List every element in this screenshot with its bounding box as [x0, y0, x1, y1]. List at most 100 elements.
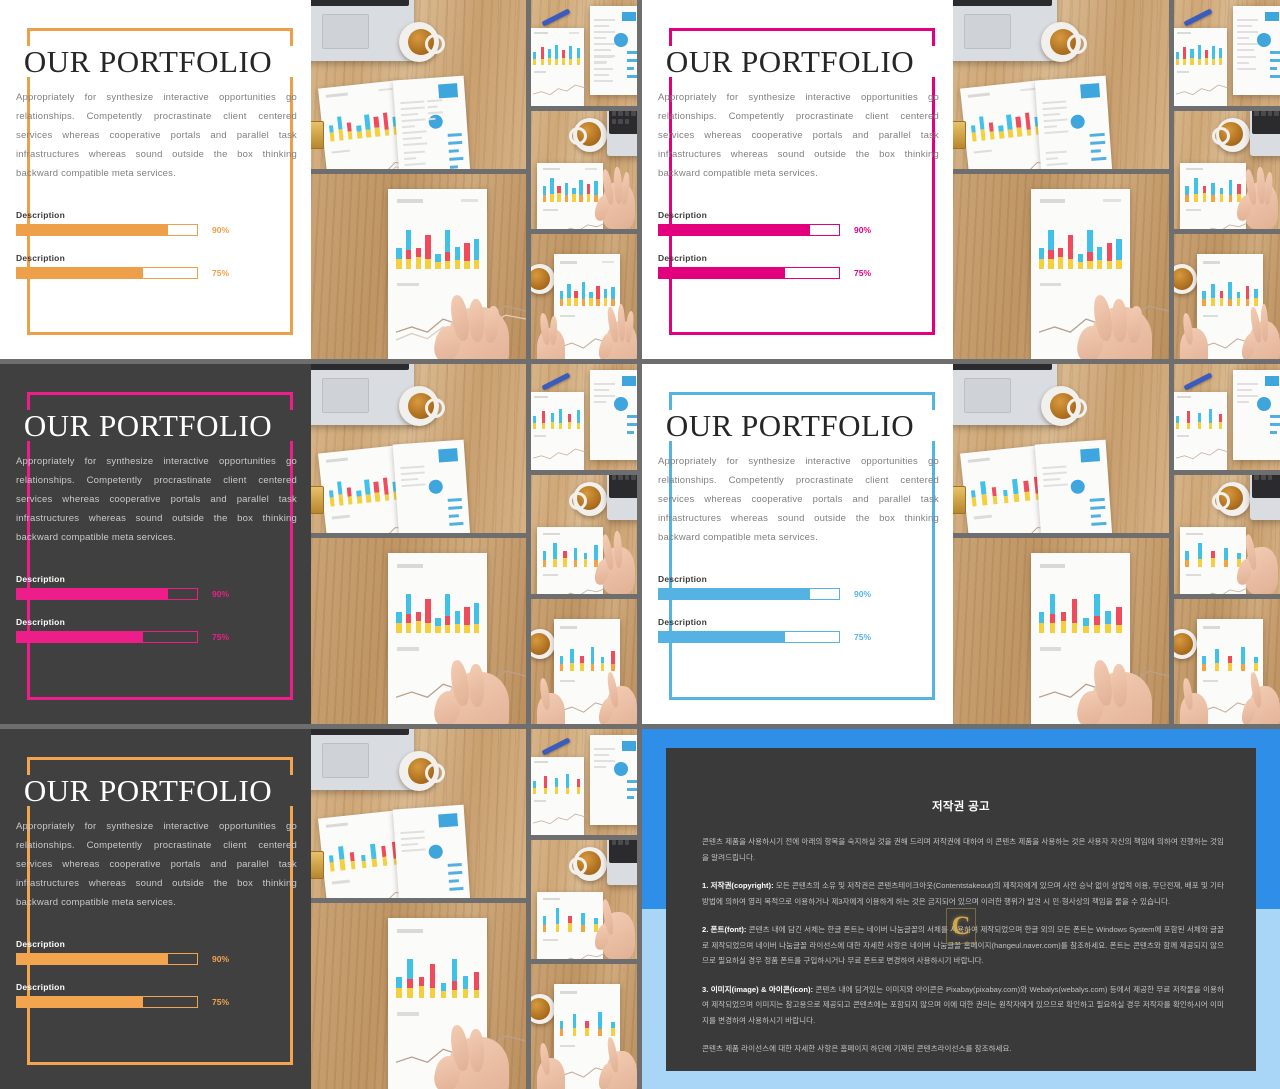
photo-hand-chart-large — [311, 903, 527, 1089]
progress-group: Description 90% Description 75% — [658, 574, 941, 660]
slide-text-pane: OUR PORTFOLIO Appropriately for synthesi… — [642, 364, 953, 724]
page-title: OUR PORTFOLIO — [642, 46, 941, 77]
progress-track[interactable] — [16, 631, 198, 643]
photo-hand-chart-large — [311, 173, 527, 359]
progress-label: Description — [658, 617, 707, 627]
photo-collage — [311, 0, 637, 359]
progress-track[interactable] — [16, 224, 198, 236]
page-title: OUR PORTFOLIO — [0, 410, 299, 441]
progress-group: Description 90% Description 75% — [16, 210, 299, 296]
progress-track[interactable] — [658, 588, 840, 600]
photo-desk-laptop — [953, 0, 1169, 169]
progress-label: Description — [16, 982, 65, 992]
slide-pink-dark[interactable]: OUR PORTFOLIO Appropriately for synthesi… — [0, 364, 637, 724]
photo-hands-pointing — [1173, 234, 1280, 359]
body-paragraph: Appropriately for synthesize interactive… — [658, 456, 939, 543]
progress-group: Description 90% Description 75% — [16, 939, 299, 1025]
photo-desk-laptop — [311, 0, 527, 169]
photo-hand-chart-large — [953, 173, 1169, 359]
progress-track[interactable] — [16, 953, 198, 965]
body-paragraph: Appropriately for synthesize interactive… — [16, 456, 297, 543]
progress-track[interactable] — [16, 996, 198, 1008]
progress-percent: 75% — [854, 632, 872, 642]
photo-pen-report — [531, 0, 637, 106]
copyright-outro: 콘텐츠 제품 라이선스에 대한 자세한 사항은 홈페이지 하단에 기재된 콘텐츠… — [702, 1044, 1012, 1053]
photo-pen-report — [531, 729, 637, 836]
copyright-section-1: 1. 저작권(copyright): 모든 콘텐츠의 소유 및 저작권은 콘텐츠… — [702, 878, 1224, 909]
photo-hand-chart-large — [953, 538, 1169, 724]
progress-percent: 75% — [212, 997, 230, 1007]
progress-item: Description 90% — [658, 210, 941, 236]
slide-blue-light[interactable]: OUR PORTFOLIO Appropriately for synthesi… — [642, 364, 1280, 724]
copyright-section-3: 3. 이미지(image) & 아이콘(icon): 콘텐츠 내에 담겨있는 이… — [702, 982, 1224, 1029]
copyright-title: 저작권 공고 — [932, 801, 990, 813]
slide-orange-dark[interactable]: OUR PORTFOLIO Appropriately for synthesi… — [0, 729, 637, 1089]
progress-label: Description — [658, 253, 707, 263]
progress-item: Description 90% — [16, 210, 299, 236]
photo-desk-laptop — [311, 729, 527, 899]
page-title: OUR PORTFOLIO — [0, 775, 299, 806]
progress-item: Description 75% — [658, 253, 941, 279]
copyright-section-1-text: 모든 콘텐츠의 소유 및 저작권은 콘텐츠테이크아웃(Contentstakeo… — [702, 881, 1224, 906]
slide-text-pane: OUR PORTFOLIO Appropriately for synthesi… — [642, 0, 953, 359]
body-paragraph: Appropriately for synthesize interactive… — [16, 92, 297, 179]
photo-desk-laptop — [953, 364, 1169, 534]
photo-hands-pointing — [531, 234, 637, 359]
photo-hand-coffee-laptop — [531, 840, 637, 959]
progress-track[interactable] — [16, 267, 198, 279]
body-paragraph: Appropriately for synthesize interactive… — [16, 821, 297, 908]
copyright-intro: 콘텐츠 제품을 사용하시기 전에 아래의 항목을 숙지하실 것을 권해 드리며 … — [702, 837, 1224, 862]
progress-item: Description 75% — [16, 982, 299, 1008]
copyright-section-1-heading: 1. 저작권(copyright): — [702, 881, 774, 890]
progress-percent: 90% — [854, 589, 872, 599]
photo-hand-chart-large — [311, 538, 527, 724]
progress-label: Description — [16, 617, 65, 627]
slide-pink-light[interactable]: OUR PORTFOLIO Appropriately for synthesi… — [642, 0, 1280, 359]
progress-label: Description — [658, 574, 707, 584]
page-title: OUR PORTFOLIO — [0, 46, 299, 77]
slide-copyright-notice[interactable]: 저작권 공고 콘텐츠 제품을 사용하시기 전에 아래의 항목을 숙지하실 것을 … — [642, 729, 1280, 1089]
photo-hand-coffee-laptop — [1173, 475, 1280, 594]
progress-track[interactable] — [658, 224, 840, 236]
photo-hands-pointing — [531, 598, 637, 724]
progress-percent: 90% — [854, 225, 872, 235]
progress-item: Description 90% — [658, 574, 941, 600]
slide-text-pane: OUR PORTFOLIO Appropriately for synthesi… — [0, 0, 311, 359]
copyright-section-3-heading: 3. 이미지(image) & 아이콘(icon): — [702, 984, 814, 994]
progress-label: Description — [16, 939, 65, 949]
progress-item: Description 75% — [16, 253, 299, 279]
photo-pen-report — [1173, 0, 1280, 106]
progress-item: Description 90% — [16, 939, 299, 965]
progress-percent: 90% — [212, 954, 230, 964]
photo-hands-pointing — [531, 963, 637, 1089]
photo-pen-report — [1173, 364, 1280, 471]
progress-track[interactable] — [658, 631, 840, 643]
progress-label: Description — [16, 574, 65, 584]
progress-item: Description 90% — [16, 574, 299, 600]
progress-track[interactable] — [16, 588, 198, 600]
copyright-panel: 저작권 공고 콘텐츠 제품을 사용하시기 전에 아래의 항목을 숙지하실 것을 … — [666, 748, 1256, 1071]
slide-orange-light[interactable]: OUR PORTFOLIO Appropriately for synthesi… — [0, 0, 637, 359]
progress-group: Description 90% Description 75% — [16, 574, 299, 660]
photo-collage — [953, 0, 1280, 359]
progress-item: Description 75% — [16, 617, 299, 643]
progress-label: Description — [658, 210, 707, 220]
photo-hand-coffee-laptop — [531, 110, 637, 230]
progress-percent: 90% — [212, 589, 230, 599]
photo-hand-coffee-laptop — [1173, 110, 1280, 230]
progress-percent: 75% — [212, 632, 230, 642]
photo-pen-report — [531, 364, 637, 471]
photo-hand-coffee-laptop — [531, 475, 637, 594]
body-paragraph: Appropriately for synthesize interactive… — [658, 92, 939, 179]
photo-collage — [311, 364, 637, 724]
progress-percent: 75% — [212, 268, 230, 278]
photo-desk-laptop — [311, 364, 527, 534]
page-title: OUR PORTFOLIO — [642, 410, 941, 441]
progress-percent: 75% — [854, 268, 872, 278]
progress-label: Description — [16, 210, 65, 220]
photo-collage — [953, 364, 1280, 724]
progress-label: Description — [16, 253, 65, 263]
progress-track[interactable] — [658, 267, 840, 279]
copyright-section-2-heading: 2. 폰트(font): — [702, 925, 747, 934]
watermark-c-logo: C — [946, 908, 976, 944]
